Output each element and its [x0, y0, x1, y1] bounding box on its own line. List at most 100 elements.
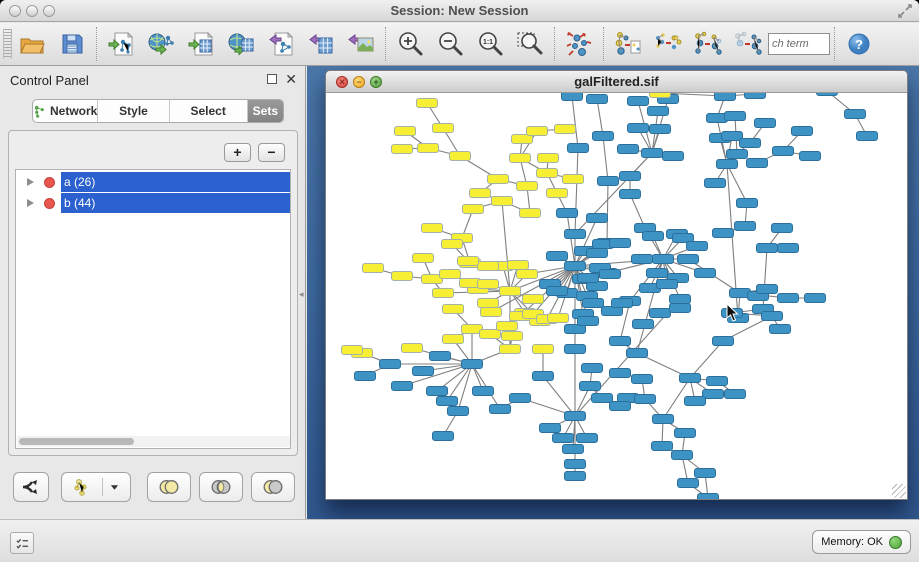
tab-style[interactable]: Style [98, 100, 169, 122]
graph-node[interactable] [537, 169, 558, 178]
graph-node[interactable] [643, 232, 664, 241]
graph-node[interactable] [632, 375, 653, 384]
graph-node[interactable] [565, 230, 586, 239]
graph-node[interactable] [517, 270, 538, 279]
graph-node[interactable] [762, 312, 783, 321]
export-network-button[interactable] [261, 25, 301, 63]
graph-node[interactable] [443, 305, 464, 314]
graph-node[interactable] [392, 145, 413, 154]
graph-node[interactable] [705, 179, 726, 188]
graph-node[interactable] [757, 244, 778, 253]
graph-node[interactable] [547, 189, 568, 198]
export-image-button[interactable] [341, 25, 381, 63]
graph-node[interactable] [707, 377, 728, 386]
open-session-button[interactable] [12, 25, 52, 63]
difference-sets-button[interactable] [251, 472, 295, 502]
graph-node[interactable] [480, 330, 501, 339]
tab-select[interactable]: Select [170, 100, 248, 122]
select-from-network-button[interactable] [648, 25, 688, 63]
graph-node[interactable] [443, 335, 464, 344]
zoom-out-button[interactable] [430, 25, 470, 63]
graph-node[interactable] [463, 205, 484, 214]
graph-node[interactable] [440, 270, 461, 279]
graph-node[interactable] [755, 119, 776, 128]
graph-node[interactable] [727, 150, 748, 159]
toolbar-drag-handle[interactable] [3, 29, 12, 59]
graph-node[interactable] [737, 199, 758, 208]
tab-sets[interactable]: Sets [248, 100, 283, 122]
import-network-file-button[interactable] [101, 25, 141, 63]
graph-node[interactable] [610, 369, 631, 378]
hide-unselected-button[interactable] [728, 25, 768, 63]
graph-node[interactable] [698, 494, 719, 500]
graph-node[interactable] [533, 345, 554, 354]
graph-node[interactable] [433, 124, 454, 133]
resize-grip[interactable] [892, 484, 906, 498]
graph-node[interactable] [695, 469, 716, 478]
graph-node[interactable] [500, 345, 521, 354]
graph-node[interactable] [715, 93, 736, 101]
graph-node[interactable] [392, 272, 413, 281]
graph-node[interactable] [685, 397, 706, 406]
graph-node[interactable] [647, 269, 668, 278]
graph-node[interactable] [517, 182, 538, 191]
graph-node[interactable] [770, 325, 791, 334]
graph-node[interactable] [610, 402, 631, 411]
graph-node[interactable] [580, 382, 601, 391]
graph-node[interactable] [508, 261, 529, 270]
graph-node[interactable] [650, 93, 671, 98]
graph-node[interactable] [481, 308, 502, 317]
graph-node[interactable] [675, 429, 696, 438]
graph-node[interactable] [380, 360, 401, 369]
graph-node[interactable] [587, 95, 608, 104]
graph-node[interactable] [633, 320, 654, 329]
graph-node[interactable] [548, 314, 569, 323]
graph-node[interactable] [458, 257, 479, 266]
graph-node[interactable] [510, 394, 531, 403]
set-label[interactable]: a (26) [61, 172, 290, 192]
network-view-window[interactable]: ✕ − + galFiltered.sif [325, 70, 908, 500]
search-input[interactable]: ch term [768, 33, 830, 55]
graph-node[interactable] [392, 382, 413, 391]
graph-node[interactable] [490, 405, 511, 414]
graph-node[interactable] [778, 244, 799, 253]
graph-node[interactable] [670, 304, 691, 313]
graph-node[interactable] [587, 214, 608, 223]
graph-node[interactable] [578, 317, 599, 326]
graph-node[interactable] [792, 127, 813, 136]
graph-node[interactable] [745, 93, 766, 99]
graph-node[interactable] [450, 152, 471, 161]
graph-node[interactable] [778, 294, 799, 303]
graph-node[interactable] [610, 239, 631, 248]
graph-node[interactable] [562, 93, 583, 101]
import-table-file-button[interactable] [181, 25, 221, 63]
export-table-button[interactable] [301, 25, 341, 63]
memory-status-button[interactable]: Memory: OK [812, 530, 911, 554]
graph-node[interactable] [478, 299, 499, 308]
graph-node[interactable] [657, 280, 678, 289]
graph-node[interactable] [735, 222, 756, 231]
intersect-sets-button[interactable] [199, 472, 243, 502]
graph-node[interactable] [725, 390, 746, 399]
graph-node[interactable] [620, 190, 641, 199]
graph-node[interactable] [678, 479, 699, 488]
graph-node[interactable] [612, 299, 633, 308]
graph-node[interactable] [433, 289, 454, 298]
graph-node[interactable] [593, 132, 614, 141]
graph-node[interactable] [845, 110, 866, 119]
remove-set-button[interactable]: − [258, 143, 285, 162]
graph-node[interactable] [563, 445, 584, 454]
save-session-button[interactable] [52, 25, 92, 63]
graph-node[interactable] [628, 97, 649, 106]
graph-node[interactable] [680, 374, 701, 383]
zoom-selected-button[interactable] [510, 25, 550, 63]
graph-node[interactable] [635, 395, 656, 404]
graph-node[interactable] [538, 154, 559, 163]
graph-node[interactable] [805, 294, 826, 303]
close-panel-icon[interactable]: ✕ [285, 71, 297, 88]
graph-node[interactable] [533, 372, 554, 381]
set-label[interactable]: b (44) [61, 193, 290, 213]
graph-node[interactable] [747, 159, 768, 168]
graph-node[interactable] [433, 432, 454, 441]
graph-node[interactable] [653, 415, 674, 424]
